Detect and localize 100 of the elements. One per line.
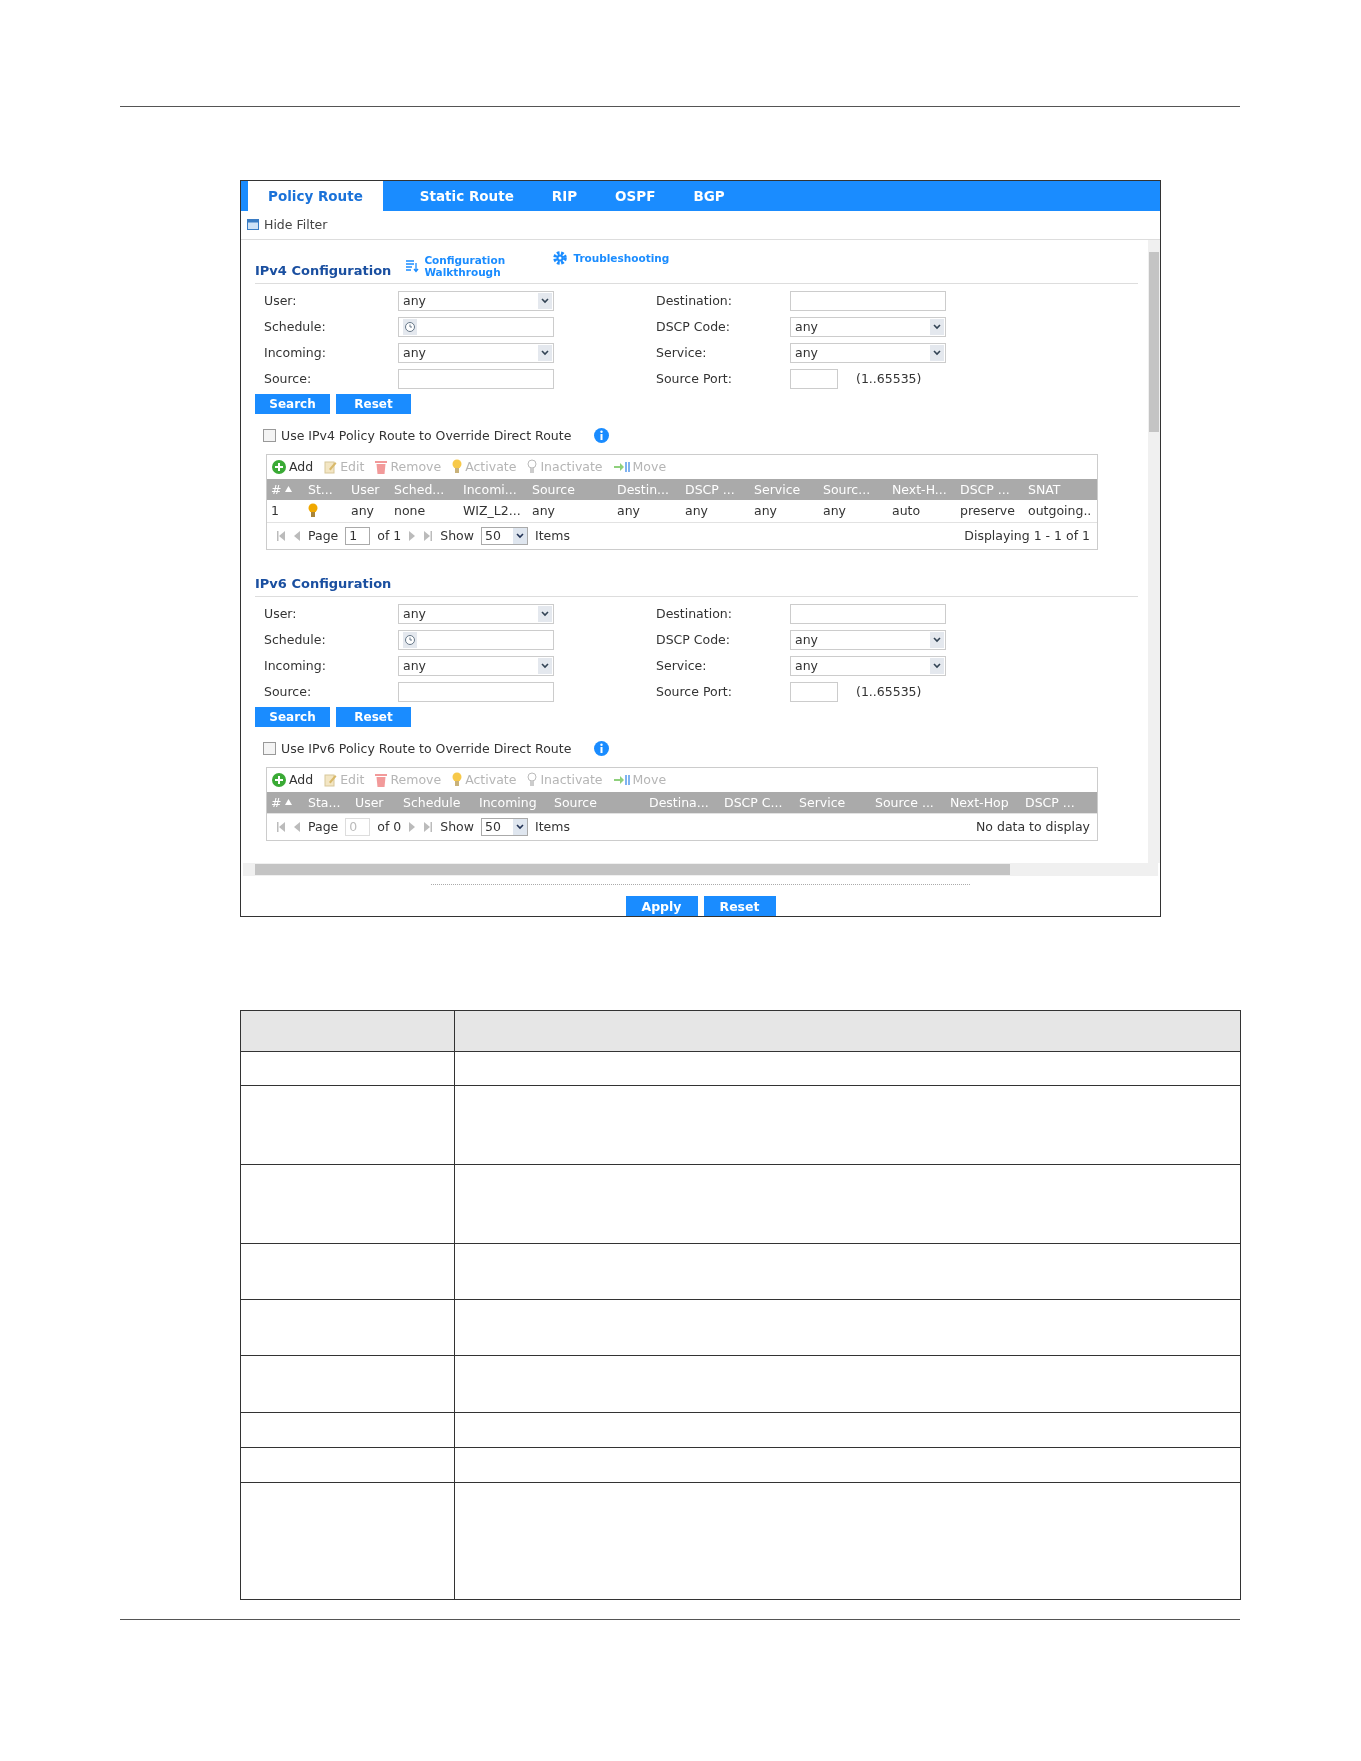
lightbulb-icon xyxy=(527,772,538,788)
column-header[interactable]: Source xyxy=(550,794,645,810)
show-label: Show xyxy=(440,819,474,835)
horizontal-scrollbar[interactable] xyxy=(243,863,1158,876)
sort-icon xyxy=(285,799,293,806)
select-field[interactable]: any xyxy=(398,603,554,624)
paging-status: Displaying 1 - 1 of 1 xyxy=(964,528,1090,544)
first-page-icon[interactable] xyxy=(276,529,286,542)
column-header[interactable]: Incoming xyxy=(475,794,550,810)
caret-icon xyxy=(930,318,944,335)
schedule-field[interactable] xyxy=(398,316,554,337)
select-field[interactable]: any xyxy=(790,629,946,650)
column-header[interactable]: DSCP C... xyxy=(720,794,795,810)
trash-icon xyxy=(375,772,388,787)
text-field[interactable] xyxy=(790,603,946,624)
column-header[interactable]: Incomi... xyxy=(459,481,528,497)
select-field[interactable]: any xyxy=(790,655,946,676)
tab[interactable]: OSPF xyxy=(596,181,675,211)
troubleshooting-link[interactable]: Troubleshooting xyxy=(552,249,670,266)
column-header[interactable]: Source ... xyxy=(871,794,946,810)
checkbox-label: Use IPv4 Policy Route to Override Direct Route xyxy=(281,428,572,444)
column-header[interactable]: User xyxy=(347,481,390,497)
toolbar-button[interactable]: Add xyxy=(272,772,314,788)
previous-page-icon[interactable] xyxy=(293,820,301,833)
page-field[interactable]: 1 xyxy=(345,526,371,545)
page-size-select[interactable]: 50 xyxy=(481,526,528,545)
column-header[interactable]: Next-Hop xyxy=(946,794,1021,810)
filter-button[interactable]: Reset xyxy=(336,393,411,414)
next-page-icon[interactable] xyxy=(408,820,417,833)
port-field[interactable] xyxy=(790,681,838,702)
add-icon xyxy=(272,772,286,787)
text-field[interactable] xyxy=(398,368,554,389)
column-header[interactable]: Sourc... xyxy=(819,481,888,497)
column-header[interactable]: # xyxy=(267,794,304,810)
column-header[interactable]: Next-H... xyxy=(888,481,956,497)
text-field[interactable] xyxy=(398,681,554,702)
range-hint: (1..65535) xyxy=(856,684,922,700)
page-label: Page xyxy=(308,819,339,835)
table-cell-text: any xyxy=(616,503,641,519)
info-icon[interactable] xyxy=(594,428,610,444)
info-icon[interactable] xyxy=(594,741,610,757)
vertical-scrollbar[interactable] xyxy=(1148,239,1160,864)
range-hint: (1..65535) xyxy=(856,371,922,387)
select-field[interactable]: any xyxy=(790,342,946,363)
select-field[interactable]: any xyxy=(790,316,946,337)
next-page-icon[interactable] xyxy=(408,529,417,542)
checkbox[interactable] xyxy=(263,429,276,443)
tab[interactable]: Static Route xyxy=(400,181,533,211)
last-page-icon[interactable] xyxy=(423,529,434,542)
previous-page-icon[interactable] xyxy=(293,529,301,542)
column-header[interactable]: # xyxy=(267,481,304,497)
table-cell-text: any xyxy=(350,503,375,519)
column-header[interactable]: SNAT xyxy=(1024,481,1093,497)
column-header[interactable]: Source xyxy=(528,481,613,497)
port-field[interactable] xyxy=(790,368,838,389)
filter-button[interactable]: Reset xyxy=(336,706,411,727)
filter-button[interactable]: Search xyxy=(255,393,330,414)
footer-button[interactable]: Apply xyxy=(625,896,698,916)
column-header[interactable]: Sta... xyxy=(304,794,351,810)
field-label: User: xyxy=(264,606,298,622)
checkbox[interactable] xyxy=(263,742,276,756)
table-cell-text: 1 xyxy=(270,503,280,519)
page-label: Page xyxy=(308,528,339,544)
column-header[interactable]: Service xyxy=(750,481,819,497)
gear-icon xyxy=(552,249,569,266)
field-label: DSCP Code: xyxy=(656,319,731,335)
footer-button[interactable]: Reset xyxy=(703,896,776,916)
column-header[interactable]: St... xyxy=(304,481,347,497)
field-label: Schedule: xyxy=(264,632,327,648)
select-field[interactable]: any xyxy=(398,290,554,311)
first-page-icon[interactable] xyxy=(276,820,286,833)
column-header[interactable]: DSCP ... xyxy=(1021,794,1091,810)
items-label: Items xyxy=(535,819,570,835)
select-field[interactable]: any xyxy=(398,655,554,676)
field-label: Source: xyxy=(264,371,313,387)
table-cell-text: WIZ_L2... xyxy=(462,503,522,519)
column-header[interactable]: User xyxy=(351,794,399,810)
column-header[interactable]: Destina... xyxy=(645,794,720,810)
filter-button[interactable]: Search xyxy=(255,706,330,727)
add-icon xyxy=(272,459,286,474)
hide-filter-link[interactable]: Hide Filter xyxy=(247,217,328,233)
column-header[interactable]: DSCP ... xyxy=(956,481,1024,497)
schedule-field[interactable] xyxy=(398,629,554,650)
column-header[interactable]: Destin... xyxy=(613,481,681,497)
toolbar-button[interactable]: Add xyxy=(272,459,314,475)
field-label: Source: xyxy=(264,684,313,700)
column-header[interactable]: DSCP ... xyxy=(681,481,750,497)
text-field[interactable] xyxy=(790,290,946,311)
last-page-icon[interactable] xyxy=(423,820,434,833)
column-header[interactable]: Service xyxy=(795,794,871,810)
caret-icon xyxy=(513,818,527,835)
table-cell-text: any xyxy=(753,503,778,519)
lightbulb-icon xyxy=(452,459,463,475)
tab[interactable]: BGP xyxy=(674,181,744,211)
select-field[interactable]: any xyxy=(398,342,554,363)
field-label: User: xyxy=(264,293,298,309)
column-header[interactable]: Sched... xyxy=(390,481,459,497)
walkthrough-link[interactable]: Configuration Walkthrough xyxy=(405,253,515,278)
tab[interactable]: RIP xyxy=(532,181,597,211)
column-header[interactable]: Schedule xyxy=(399,794,475,810)
